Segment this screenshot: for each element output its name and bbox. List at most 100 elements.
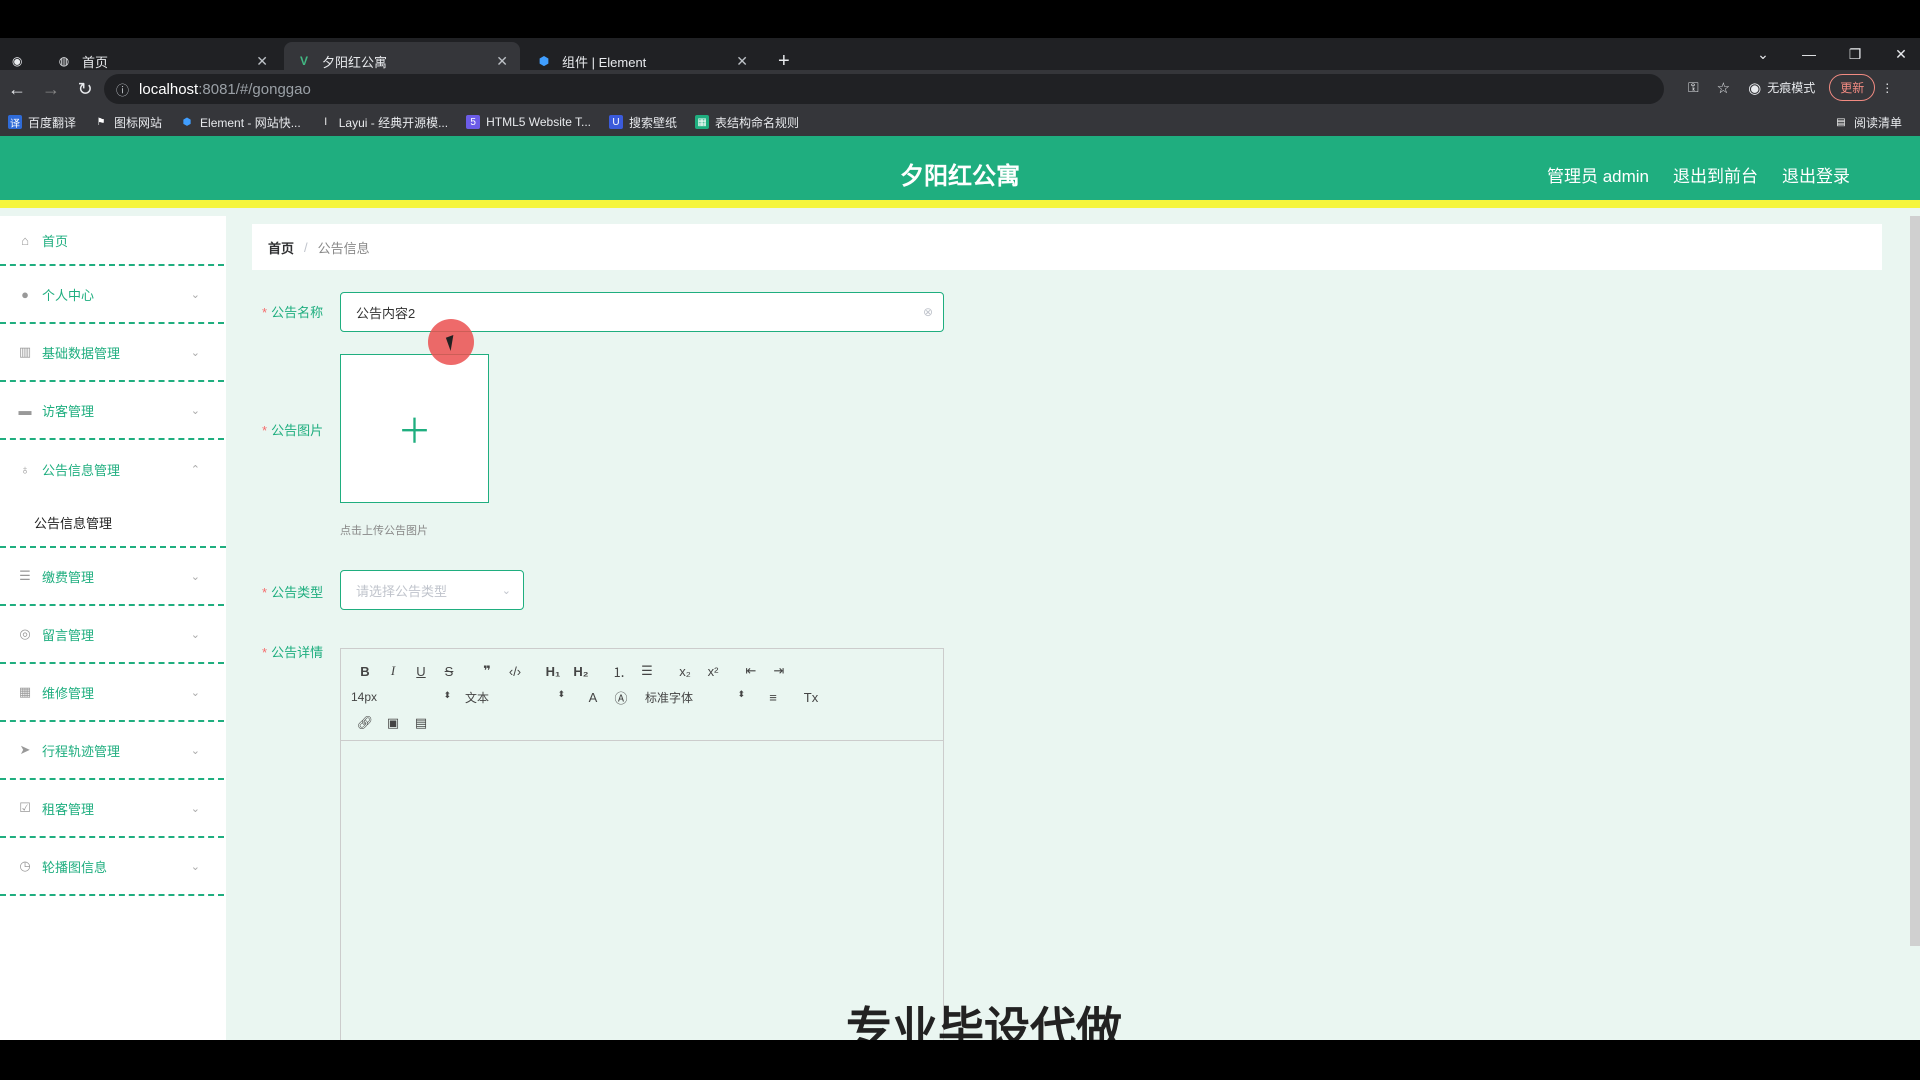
notice-name-input[interactable]: 公告内容2 ⊗ [340,292,944,332]
sidebar-item-home[interactable]: ⌂ 首页 [0,216,224,266]
breadcrumb-current: 公告信息 [317,240,370,256]
logout-link[interactable]: 退出登录 [1782,162,1850,187]
bookmark-item[interactable]: l Layui - 经典开源模... [319,114,448,131]
image-upload-button[interactable]: ＋ [340,354,489,503]
close-icon[interactable]: ✕ [256,53,268,70]
star-icon[interactable]: ☆ [1717,79,1730,97]
sidebar-item-label: 缴费管理 [42,569,95,585]
type-placeholder: 请选择公告类型 [356,583,448,599]
notice-type-select[interactable]: 请选择公告类型 ⌄ [340,570,524,610]
image-icon[interactable]: ▣ [379,715,407,731]
bookmark-item[interactable]: 5 HTML5 Website T... [466,115,591,129]
sidebar-item-trips[interactable]: ➤ 行程轨迹管理 ⌄ [0,722,224,780]
html5-icon: 5 [466,115,481,129]
forward-icon[interactable]: → [34,79,68,100]
layui-icon: l [324,116,327,128]
wallpaper-icon: U [609,115,624,129]
link-icon[interactable]: 🔗︎ [351,715,379,731]
update-button[interactable]: 更新 [1829,74,1876,101]
ordered-list-icon[interactable]: ⒈ [605,662,633,681]
vue-icon: V [299,54,308,68]
h2-icon[interactable]: H₂ [567,664,595,679]
text-color-icon[interactable]: A [579,690,607,705]
info-icon[interactable]: ⓘ [116,80,129,99]
admin-label: 管理员 admin [1546,167,1649,186]
back-to-front-link[interactable]: 退出到前台 [1673,162,1758,187]
address-bar[interactable]: ⓘ localhost:8081/#/gonggao [104,74,1664,104]
letterbox-bar [0,1040,1920,1080]
browser-toolbar: ← → ↻ ⓘ localhost:8081/#/gonggao [0,70,1920,108]
clear-format-icon[interactable]: Tx [797,690,825,705]
close-icon[interactable]: ✕ [496,53,508,70]
restore-icon[interactable]: ❐ [1832,38,1878,70]
minimize-icon[interactable]: — [1786,38,1832,70]
chevron-down-icon: ⌄ [190,744,200,757]
breadcrumb-home[interactable]: 首页 [268,238,294,257]
indent-icon[interactable]: ⇥ [765,663,793,679]
bookmark-item[interactable]: ⬢ Element - 网站快... [180,114,301,131]
header-picker[interactable]: 文本 ⬍ [465,689,565,706]
bookmark-item[interactable]: ▦ 表结构命名规则 [695,114,799,131]
align-icon[interactable]: ≡ [759,690,787,705]
sidebar: ⌂ 首页 ● 个人中心 ⌄ ▥ 基础数据管理 ⌄ ▬ 访客管理 ⌄ ♁ 公告信息… [0,216,226,1040]
clear-icon[interactable]: ⊗ [923,305,933,319]
bookmarks-bar: 译百度翻译 ⚑ 图标网站 ⬢ Element - 网站快... l Layui - 经… [0,108,1920,136]
blockquote-icon[interactable]: ❞ [473,663,501,679]
page-scrollbar[interactable] [1910,216,1920,946]
sidebar-item-basedata[interactable]: ▥ 基础数据管理 ⌄ [0,324,224,382]
sidebar-item-profile[interactable]: ● 个人中心 ⌄ [0,266,224,324]
outdent-icon[interactable]: ⇤ [737,663,765,679]
tab-title: 首页 [82,54,109,70]
font-size-picker[interactable]: 14px ⬍ [351,690,451,704]
translate-icon: 译 [8,115,22,130]
incognito-label[interactable]: 无痕模式 [1767,79,1815,96]
sidebar-item-carousel[interactable]: ◷ 轮播图信息 ⌄ [0,838,224,896]
submenu-item-notices[interactable]: 公告信息管理 [0,498,226,548]
chart-icon: ▥ [18,344,32,359]
bookmark-item[interactable]: 译百度翻译 [8,114,76,131]
h1-icon[interactable]: H₁ [539,664,567,679]
code-icon[interactable]: ‹/› [501,664,529,679]
sidebar-item-notices[interactable]: ♁ 公告信息管理 ⌃ [0,440,224,498]
sidebar-item-repairs[interactable]: ▦ 维修管理 ⌄ [0,664,224,722]
bookmark-item[interactable]: ⚑ 图标网站 [94,114,163,131]
bookmark-item[interactable]: U 搜索壁纸 [609,114,677,131]
sidebar-item-visitors[interactable]: ▬ 访客管理 ⌄ [0,382,224,440]
video-icon[interactable]: ▤ [407,715,435,731]
tab-title: 夕阳红公寓 [322,54,388,70]
strikethrough-icon[interactable]: S [435,664,463,679]
sidebar-item-tenants[interactable]: ☑ 租客管理 ⌄ [0,780,224,838]
background-color-icon[interactable]: Ⓐ [607,688,635,707]
key-icon[interactable]: ⚿ [1688,79,1699,96]
chevron-down-icon: ⌄ [190,404,200,417]
back-icon[interactable]: ← [0,79,34,100]
close-icon[interactable]: ✕ [736,53,748,70]
editor-content-area[interactable] [341,741,943,1040]
editor-toolbar: B I U S ❞ ‹/› H₁ H₂ ⒈ ☰ x₂ x² ⇤ ⇥ 14px ⬍… [341,649,943,741]
image-label: * 公告图片 [262,423,324,438]
window-close-icon[interactable]: ✕ [1878,38,1920,70]
name-label: * 公告名称 [262,305,324,320]
chevron-down-icon: ⌄ [190,802,200,815]
bookmark-label: 图标网站 [114,115,163,130]
tab-search-icon[interactable]: ⌄ [1740,38,1786,70]
reload-icon[interactable]: ↻ [68,79,102,100]
sidebar-item-label: 行程轨迹管理 [42,743,121,759]
sidebar-item-messages[interactable]: ◎ 留言管理 ⌄ [0,606,224,664]
sidebar-item-payments[interactable]: ☰ 缴费管理 ⌄ [0,548,224,606]
bullet-list-icon[interactable]: ☰ [633,663,661,679]
font-family-picker[interactable]: 标准字体 ⬍ [645,689,745,706]
superscript-icon[interactable]: x² [699,664,727,679]
subscript-icon[interactable]: x₂ [671,664,699,679]
font-size-value: 14px [351,690,378,704]
bold-icon[interactable]: B [351,664,379,679]
more-menu-icon[interactable]: ⋮ [1881,81,1893,95]
italic-icon[interactable]: I [379,663,407,679]
bookmark-label: Layui - 经典开源模... [338,115,449,130]
underline-icon[interactable]: U [407,664,435,679]
plus-icon: ＋ [397,413,432,451]
font-family-value: 标准字体 [645,690,694,705]
navigation-icon: ➤ [19,742,31,757]
updown-icon: ⬍ [737,688,745,699]
reading-list-button[interactable]: ▤ 阅读清单 [1834,114,1902,131]
